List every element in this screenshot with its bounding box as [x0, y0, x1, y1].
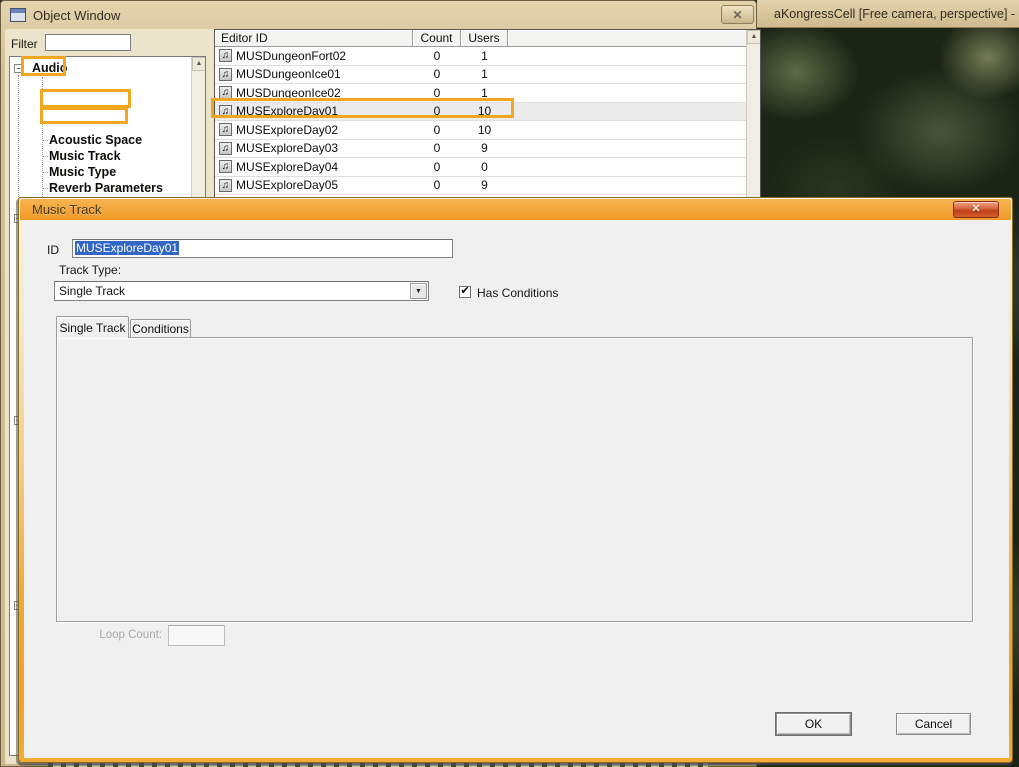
- tree-item-music-type[interactable]: Music Type: [41, 165, 116, 179]
- column-header-users[interactable]: Users: [461, 30, 508, 47]
- check-icon: ✔: [460, 285, 470, 297]
- editor-id-cell: MUSExploreDay03: [236, 141, 339, 156]
- tree-item-reverb-parameters[interactable]: Reverb Parameters: [42, 181, 163, 195]
- tab-conditions[interactable]: Conditions: [130, 319, 191, 337]
- tab-single-track[interactable]: Single Track: [56, 316, 129, 338]
- music-note-icon: ♫: [219, 49, 232, 63]
- users-cell: 0: [481, 159, 488, 174]
- users-cell: 10: [477, 122, 492, 137]
- track-type-select[interactable]: Single Track ▼: [54, 281, 429, 301]
- loop-count-label: Loop Count:: [99, 629, 162, 641]
- filter-input[interactable]: [45, 34, 131, 51]
- count-cell: 0: [433, 159, 441, 174]
- music-note-icon: ♫: [219, 160, 232, 174]
- editor-id-cell: MUSExploreDay04: [236, 159, 339, 174]
- list-rows: ♫ MUSDungeonFort02 0 1 ♫ MUSDungeonIce01…: [215, 47, 748, 214]
- loop-count-field: [168, 625, 225, 646]
- table-row[interactable]: ♫ MUSExploreDay04 0 0: [215, 158, 748, 177]
- users-cell: 1: [481, 48, 488, 63]
- has-conditions-label: Has Conditions: [477, 286, 559, 300]
- tree-item-acoustic-space[interactable]: Acoustic Space: [41, 133, 142, 147]
- table-row[interactable]: ♫ MUSExploreDay05 0 9: [215, 176, 748, 195]
- users-cell: 9: [481, 178, 488, 193]
- users-cell: 9: [481, 141, 488, 156]
- track-type-selected-value: Single Track: [59, 284, 126, 298]
- ok-button[interactable]: OK: [776, 713, 851, 735]
- scroll-up-icon[interactable]: ▲: [747, 30, 760, 44]
- annotation-box-music-type: [40, 107, 128, 124]
- id-field[interactable]: MUSExploreDay01: [72, 239, 453, 258]
- single-track-tab-page: [56, 337, 973, 622]
- table-row[interactable]: ♫ MUSExploreDay02 0 10: [215, 121, 748, 140]
- object-window-close-icon[interactable]: ✕: [721, 5, 754, 24]
- music-note-icon: ♫: [219, 141, 232, 155]
- track-type-label: Track Type:: [59, 263, 122, 277]
- editor-id-cell: MUSDungeonIce01: [236, 67, 341, 82]
- count-cell: 0: [433, 122, 441, 137]
- list-header-row: Editor ID Count Users: [215, 30, 748, 47]
- scroll-up-icon[interactable]: ▲: [192, 57, 205, 71]
- annotation-box-music-track: [40, 89, 131, 108]
- editor-id-cell: MUSDungeonFort02: [236, 48, 347, 63]
- object-window-title: Object Window: [33, 8, 121, 23]
- render-window-titlebar: aKongressCell [Free camera, perspective]…: [757, 0, 1019, 28]
- table-row[interactable]: ♫ MUSDungeonIce01 0 1: [215, 65, 748, 84]
- object-window-titlebar[interactable]: Object Window ✕: [1, 1, 756, 29]
- music-note-icon: ♫: [219, 123, 232, 137]
- editor-id-cell: MUSExploreDay05: [236, 178, 339, 193]
- has-conditions-checkbox[interactable]: ✔: [459, 286, 471, 298]
- dialog-title: Music Track: [32, 202, 102, 217]
- tree-item-music-track[interactable]: Music Track: [42, 149, 121, 163]
- annotation-box-audio: [21, 56, 66, 76]
- music-note-icon: ♫: [219, 178, 232, 192]
- table-row[interactable]: ♫ MUSExploreDay03 0 9: [215, 139, 748, 158]
- id-label: ID: [47, 243, 59, 257]
- chevron-down-icon[interactable]: ▼: [410, 283, 427, 299]
- cut-off-window-content: [48, 763, 708, 767]
- id-field-selected-text: MUSExploreDay01: [75, 241, 180, 255]
- annotation-box-selected-row: [211, 98, 514, 118]
- music-track-dialog: Music Track ✕ ID MUSExploreDay01 Track T…: [18, 197, 1013, 763]
- column-header-count[interactable]: Count: [413, 30, 461, 47]
- users-cell: 1: [481, 67, 488, 82]
- cancel-button[interactable]: Cancel: [896, 713, 971, 735]
- editor-id-cell: MUSExploreDay02: [236, 122, 339, 137]
- dialog-titlebar[interactable]: Music Track ✕: [20, 199, 1011, 220]
- count-cell: 0: [433, 48, 441, 63]
- dialog-content: ID MUSExploreDay01 Track Type: Single Tr…: [24, 220, 1009, 758]
- object-window-icon: [10, 8, 26, 22]
- count-cell: 0: [433, 67, 441, 82]
- music-note-icon: ♫: [219, 67, 232, 81]
- column-header-editor-id[interactable]: Editor ID: [215, 30, 413, 47]
- count-cell: 0: [433, 178, 441, 193]
- count-cell: 0: [433, 141, 441, 156]
- dialog-close-icon[interactable]: ✕: [953, 201, 999, 218]
- filter-label: Filter: [11, 37, 38, 51]
- table-row[interactable]: ♫ MUSDungeonFort02 0 1: [215, 47, 748, 66]
- column-header-filler: [508, 30, 748, 47]
